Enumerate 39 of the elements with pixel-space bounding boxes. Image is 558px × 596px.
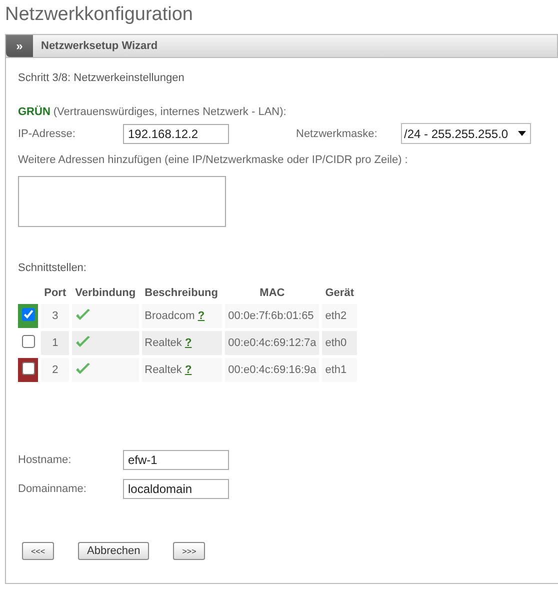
help-link[interactable]: ? — [198, 310, 205, 322]
column-header: Gerät — [324, 286, 355, 301]
field-label: Weitere Adressen hinzufügen (eine IP/Netzwerkmaske oder IP/CIDR pro Zeile) : — [18, 154, 409, 166]
field-label: IP-Adresse: — [18, 128, 76, 140]
help-link[interactable]: ? — [184, 364, 192, 376]
table-cell: eth1 — [322, 358, 357, 382]
field-label: Hostname: — [18, 454, 72, 466]
table-cell: Realtek — [144, 337, 182, 349]
table-cell: Broadcom — [144, 310, 195, 322]
column-header: Port — [43, 286, 68, 301]
table-cell: 00:e0:4c:69:12:7a — [225, 331, 320, 355]
table-cell: 00:0e:7f:6b:01:65 — [225, 304, 320, 328]
page-title: Netzwerkkonfiguration — [5, 4, 194, 26]
table-cell: eth2 — [322, 304, 357, 328]
table-cell: 3 — [41, 304, 70, 328]
netmask-select[interactable]: /24 - 255.255.255.0 — [401, 123, 531, 144]
domainname-field[interactable]: localdomain — [123, 479, 229, 499]
help-link[interactable]: ? — [184, 337, 192, 349]
collapse-toggle[interactable]: » — [6, 35, 33, 57]
table-cell: Realtek — [144, 364, 182, 376]
panel-title: Netzwerksetup Wizard — [40, 39, 158, 54]
column-header: Verbindung — [74, 286, 137, 301]
back-button[interactable]: <<< — [22, 542, 54, 560]
column-header: Beschreibung — [144, 286, 219, 301]
cancel-button[interactable]: Abbrechen — [78, 542, 150, 560]
hostname-field[interactable]: efw-1 — [123, 450, 229, 470]
table-cell: eth0 — [322, 331, 357, 355]
table-cell: 2 — [41, 358, 70, 382]
column-header: MAC — [258, 286, 286, 301]
zone-description: (Vertrauenswürdiges, internes Netzwerk - LAN): — [53, 106, 286, 118]
ip-address-field[interactable]: 192.168.12.2 — [123, 124, 229, 144]
table-cell: 1 — [41, 331, 70, 355]
next-button[interactable]: >>> — [173, 542, 206, 560]
table-cell: 00:e0:4c:69:16:9a — [225, 358, 320, 382]
field-label: Domainname: — [18, 483, 88, 495]
zone-name: GRÜN — [18, 106, 50, 118]
field-label: Netzwerkmaske: — [296, 128, 378, 140]
step-label: Schritt 3/8: Netzwerkeinstellungen — [18, 72, 186, 84]
section-label: Schnittstellen: — [18, 262, 88, 274]
